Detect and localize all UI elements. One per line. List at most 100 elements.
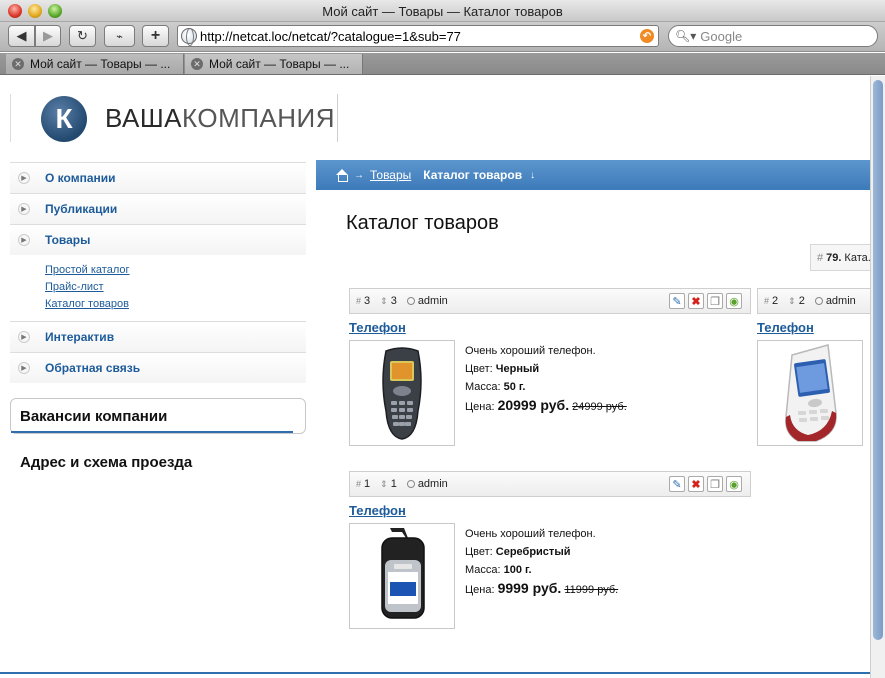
product-id: #2 xyxy=(764,295,779,307)
product-image[interactable] xyxy=(757,340,863,446)
address-bar[interactable]: http://netcat.loc/netcat/?catalogue=1&su… xyxy=(177,25,659,47)
vertical-scrollbar[interactable] xyxy=(870,76,885,678)
product-details: Очень хороший телефон. Цвет: Черный Масс… xyxy=(465,342,627,416)
menu-item-label: Интерактив xyxy=(45,330,115,344)
tab-1[interactable]: ✕ Мой сайт — Товары — ... xyxy=(6,54,184,74)
close-icon[interactable]: ✕ xyxy=(191,58,203,70)
page-viewport: К ВАШАКОМПАНИЯ ▶ О компании ▶ Публикации… xyxy=(0,76,870,678)
menu-item-interactive[interactable]: ▶ Интерактив xyxy=(10,321,306,352)
menu-item-publications[interactable]: ▶ Публикации xyxy=(10,193,306,224)
logo-bold: ВАША xyxy=(105,103,182,133)
product-toolbar: #3 ⇕ 3 admin ✎ ✖ ❐ ◉ xyxy=(349,288,751,314)
bullet-arrow-icon: ▶ xyxy=(18,331,30,343)
url-text[interactable]: http://netcat.loc/netcat/?catalogue=1&su… xyxy=(200,29,640,44)
address-title[interactable]: Адрес и схема проезда xyxy=(20,454,192,471)
product-card: #2 ⇕ 2 admin Телефон xyxy=(757,288,870,448)
product-user: admin xyxy=(406,295,448,307)
page-title: Каталог товаров xyxy=(346,212,499,234)
phone-image xyxy=(381,528,425,619)
delete-icon[interactable]: ✖ xyxy=(688,476,704,492)
search-field[interactable]: 🔍︎▾ Google xyxy=(668,25,878,47)
tab-bar: ✕ Мой сайт — Товары — ... ✕ Мой сайт — Т… xyxy=(0,53,885,75)
sort-arrows-icon: ⇕ xyxy=(788,295,796,306)
hash-icon: # xyxy=(817,251,824,264)
scrollbar-thumb[interactable] xyxy=(873,80,883,640)
close-icon[interactable]: ✕ xyxy=(12,58,24,70)
left-menu: ▶ О компании ▶ Публикации ▶ Товары Прост… xyxy=(10,162,306,383)
chevron-down-icon[interactable]: ↓ xyxy=(530,170,535,181)
product-priority: ⇕ 2 xyxy=(788,295,805,307)
sort-panel[interactable]: # 79. Ката... xyxy=(810,244,870,271)
plus-icon: + xyxy=(150,27,161,44)
menu-item-about[interactable]: ▶ О компании xyxy=(10,162,306,193)
globe-icon xyxy=(181,28,197,46)
product-user: admin xyxy=(814,295,856,307)
product-user: admin xyxy=(406,478,448,490)
crumb-separator-icon: → xyxy=(354,169,364,181)
submenu-link-simple-catalog[interactable]: Простой каталог xyxy=(45,262,306,279)
window-titlebar: Мой сайт — Товары — Каталог товаров xyxy=(0,0,885,22)
product-mass: Масса: 50 г. xyxy=(465,381,526,393)
sort-number: 79. xyxy=(826,251,842,264)
toggle-icon[interactable]: ◉ xyxy=(726,476,742,492)
reload-icon: ↻ xyxy=(77,28,88,43)
sort-text: Ката... xyxy=(844,251,870,264)
home-icon[interactable] xyxy=(336,169,348,182)
site-logo[interactable]: К ВАШАКОМПАНИЯ xyxy=(10,94,338,142)
breadcrumb-link-products[interactable]: Товары xyxy=(370,168,411,182)
product-image[interactable] xyxy=(349,340,455,446)
edit-icon[interactable]: ✎ xyxy=(669,293,685,309)
browser-toolbar: ◀ ▶ ↻ ⌁ + http://netcat.loc/netcat/?cata… xyxy=(0,22,885,52)
products-submenu: Простой каталог Прайс-лист Каталог товар… xyxy=(10,255,306,321)
toggle-icon[interactable]: ◉ xyxy=(726,293,742,309)
forward-button[interactable]: ▶ xyxy=(35,25,61,47)
logo-text: ВАШАКОМПАНИЯ xyxy=(105,103,335,134)
phone-image xyxy=(382,347,422,440)
menu-item-label: Публикации xyxy=(45,202,118,216)
search-icon: 🔍︎▾ xyxy=(675,29,697,43)
product-priority: ⇕ 1 xyxy=(380,478,397,490)
product-description: Очень хороший телефон. xyxy=(465,528,596,540)
edit-icon[interactable]: ✎ xyxy=(669,476,685,492)
menu-item-feedback[interactable]: ▶ Обратная связь xyxy=(10,352,306,383)
product-title-link[interactable]: Телефон xyxy=(757,320,814,335)
menu-item-products[interactable]: ▶ Товары xyxy=(10,224,306,255)
product-image[interactable] xyxy=(349,523,455,629)
add-bookmark-button[interactable]: + xyxy=(142,25,169,47)
product-card: #1 ⇕ 1 admin ✎ ✖ ❐ ◉ Телефон Очень хороши… xyxy=(349,471,751,631)
footer-divider xyxy=(0,672,870,674)
submenu-link-price-list[interactable]: Прайс-лист xyxy=(45,279,306,296)
product-id: #1 xyxy=(356,478,371,490)
product-mass: Масса: 100 г. xyxy=(465,564,532,576)
bullet-arrow-icon: ▶ xyxy=(18,203,30,215)
back-arrow-icon: ◀ xyxy=(16,28,27,43)
menu-item-label: Обратная связь xyxy=(45,361,141,375)
product-details: Очень хороший телефон. Цвет: Серебристый… xyxy=(465,525,618,599)
vacancy-title: Вакансии компании xyxy=(20,408,168,425)
menu-item-label: Товары xyxy=(45,233,91,247)
product-description: Очень хороший телефон. xyxy=(465,345,596,357)
product-toolbar: #2 ⇕ 2 admin xyxy=(757,288,870,314)
hash-icon: # xyxy=(764,296,770,306)
product-title-link[interactable]: Телефон xyxy=(349,320,406,335)
sort-arrows-icon: ⇕ xyxy=(380,478,388,489)
back-button[interactable]: ◀ xyxy=(8,25,35,47)
sort-arrows-icon: ⇕ xyxy=(380,295,388,306)
product-title-link[interactable]: Телефон xyxy=(349,503,406,518)
snapback-button[interactable]: ⌁ xyxy=(104,25,135,47)
bullet-arrow-icon: ▶ xyxy=(18,234,30,246)
product-color: Цвет: Серебристый xyxy=(465,546,571,558)
vacancy-block[interactable]: Вакансии компании xyxy=(10,398,306,434)
submenu-link-product-catalog[interactable]: Каталог товаров xyxy=(45,296,306,313)
tab-2[interactable]: ✕ Мой сайт — Товары — ... xyxy=(185,54,363,74)
bullet-arrow-icon: ▶ xyxy=(18,172,30,184)
product-priority: ⇕ 3 xyxy=(380,295,397,307)
user-icon xyxy=(406,297,415,305)
phone-image xyxy=(785,344,837,442)
delete-icon[interactable]: ✖ xyxy=(688,293,704,309)
user-icon xyxy=(406,480,415,488)
copy-icon[interactable]: ❐ xyxy=(707,293,723,309)
reload-button[interactable]: ↻ xyxy=(69,25,96,47)
rss-icon[interactable]: ↶ xyxy=(640,29,654,43)
copy-icon[interactable]: ❐ xyxy=(707,476,723,492)
